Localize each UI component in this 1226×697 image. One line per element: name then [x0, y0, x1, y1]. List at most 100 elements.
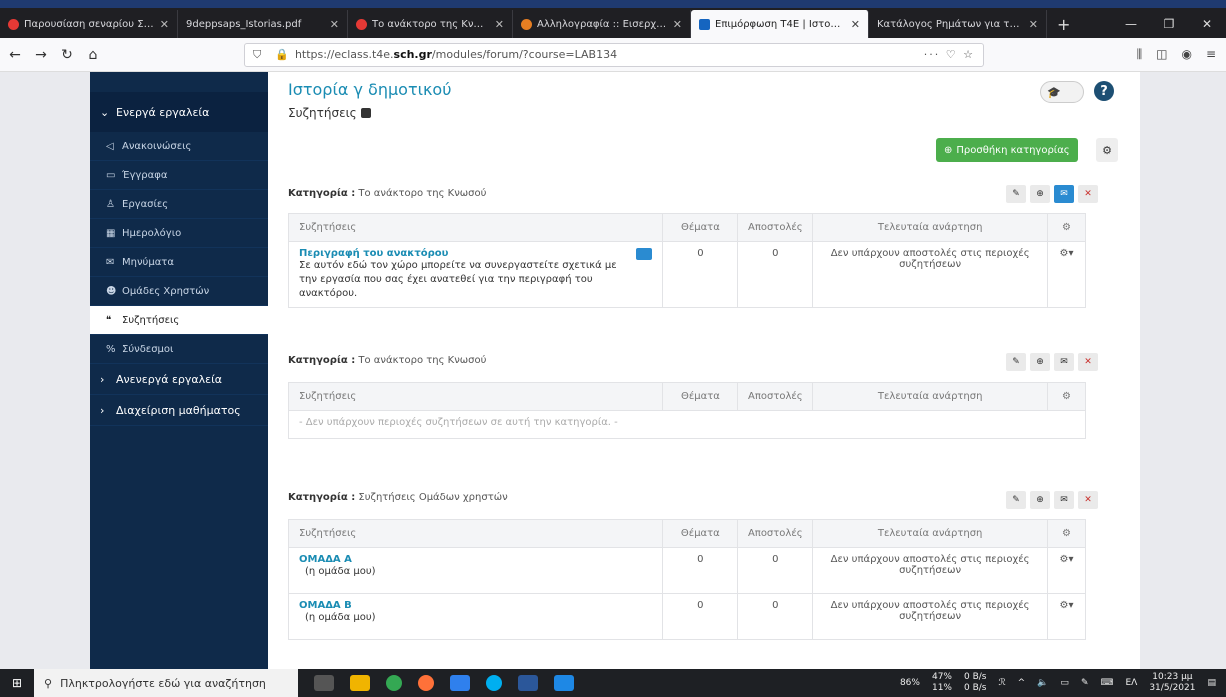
mail-app-icon[interactable] — [450, 675, 470, 691]
language-indicator[interactable]: ΕΛ — [1125, 678, 1137, 688]
clock-date: 31/5/2021 — [1149, 683, 1196, 693]
forum-cell: Περιγραφή του ανακτόρου Σε αυτόν εδώ τον … — [287, 241, 664, 308]
posts-count: 0 — [737, 241, 814, 308]
browser-tab[interactable]: 9deppsaps_Istorias.pdf ✕ — [178, 10, 348, 38]
close-icon[interactable]: ✕ — [673, 18, 682, 31]
close-icon[interactable]: ✕ — [851, 18, 860, 31]
browser-tab[interactable]: Παρουσίαση σεναρίου Σωτηρ ✕ — [0, 10, 178, 38]
restore-icon[interactable]: ❐ — [1150, 17, 1188, 31]
graduation-cap-icon: 🎓 — [1047, 85, 1061, 99]
row-actions-dropdown[interactable]: ⚙▾ — [1046, 593, 1087, 640]
taskbar-search-input[interactable]: ⚲ Πληκτρολογήστε εδώ για αναζήτηση — [34, 669, 298, 697]
row-actions-dropdown[interactable]: ⚙▾ — [1046, 241, 1087, 308]
forum-title-link[interactable]: ΟΜΑΔΑ Β — [299, 600, 652, 611]
firefox-icon[interactable] — [418, 675, 434, 691]
page-actions[interactable]: ··· ♡ ☆ — [924, 48, 975, 61]
sidebar-item-announcements[interactable]: ◁ Ανακοινώσεις — [90, 132, 268, 161]
address-bar[interactable]: ⛉ 🔒 https://eclass.t4e.sch.gr/modules/fo… — [244, 42, 984, 67]
word-icon[interactable] — [518, 675, 538, 691]
browser-tab[interactable]: Το ανάκτορο της Κνωσού - Y ✕ — [348, 10, 513, 38]
network-icon[interactable]: ▭ — [1060, 678, 1069, 688]
sidebar-item-user-groups[interactable]: ☻ Ομάδες Χρηστών — [90, 277, 268, 306]
course-title[interactable]: Ιστορία γ δημοτικού — [288, 80, 451, 99]
student-view-toggle[interactable]: 🎓 — [1040, 81, 1084, 103]
photos-icon[interactable] — [554, 675, 574, 691]
keyboard-icon[interactable]: ⌨ — [1100, 678, 1113, 688]
gears-icon: ⚙ — [1062, 391, 1071, 402]
account-icon[interactable]: ◉ — [1181, 47, 1191, 62]
delete-category-button[interactable]: ✕ — [1078, 491, 1098, 509]
add-forum-button[interactable]: ⊕ — [1030, 353, 1050, 371]
network-monitor: 0 B/s 0 B/s — [964, 672, 986, 694]
clock[interactable]: 10:23 μμ 31/5/2021 — [1149, 672, 1195, 694]
tab-label: Παρουσίαση σεναρίου Σωτηρ — [24, 18, 154, 30]
add-category-button[interactable]: ⊕ Προσθήκη κατηγορίας — [936, 138, 1078, 162]
delete-category-button[interactable]: ✕ — [1078, 185, 1098, 203]
browser-tab-active[interactable]: Επιμόρφωση Τ4Ε | Ιστορία γ ✕ — [691, 10, 869, 38]
windows-start-icon[interactable]: ⊞ — [0, 669, 34, 697]
chevron-up-icon[interactable]: ^ — [1018, 678, 1026, 688]
tab-label: Το ανάκτορο της Κνωσού - Y — [372, 18, 489, 30]
volume-icon[interactable]: 🔈 — [1037, 678, 1048, 688]
skype-icon[interactable] — [486, 675, 502, 691]
sidebar-group-active-tools[interactable]: ⌄ Ενεργά εργαλεία — [90, 92, 268, 132]
close-icon[interactable]: ✕ — [1029, 18, 1038, 31]
sidebar-item-forums[interactable]: ❝ Συζητήσεις — [90, 306, 268, 335]
sidebar-group-inactive-tools[interactable]: › Ανενεργά εργαλεία — [90, 364, 268, 395]
cpu-usage: 47% — [931, 672, 952, 682]
notify-category-button[interactable]: ✉ — [1054, 491, 1074, 509]
file-explorer-icon[interactable] — [350, 675, 370, 691]
task-view-icon[interactable] — [314, 675, 334, 691]
forward-icon[interactable]: → — [30, 44, 52, 66]
close-icon[interactable]: ✕ — [330, 18, 339, 31]
sidebar-item-label: Ημερολόγιο — [122, 227, 182, 239]
library-icon[interactable]: ⫼ — [1137, 47, 1143, 62]
sidebar-item-calendar[interactable]: ▦ Ημερολόγιο — [90, 219, 268, 248]
forum-title-link[interactable]: ΟΜΑΔΑ Α — [299, 554, 652, 565]
forum-table: Συζητήσεις Θέματα Αποστολές Τελευταία αν… — [287, 382, 1086, 439]
chrome-icon[interactable] — [386, 675, 402, 691]
sidebar-item-assignments[interactable]: ♙ Εργασίες — [90, 190, 268, 219]
delete-category-button[interactable]: ✕ — [1078, 353, 1098, 371]
edit-category-button[interactable]: ✎ — [1006, 185, 1026, 203]
table-row: ΟΜΑΔΑ Α (η ομάδα μου) 0 0 Δεν υπάρχουν απ… — [287, 547, 1087, 594]
people-icon[interactable]: ℛ — [998, 678, 1005, 688]
sidebar-icon[interactable]: ◫ — [1156, 47, 1167, 62]
row-actions-dropdown[interactable]: ⚙▾ — [1046, 547, 1087, 594]
edit-category-button[interactable]: ✎ — [1006, 491, 1026, 509]
home-icon[interactable]: ⌂ — [82, 44, 104, 66]
back-icon[interactable]: ← — [4, 44, 26, 66]
menu-icon[interactable]: ≡ — [1206, 47, 1216, 62]
add-forum-button[interactable]: ⊕ — [1030, 185, 1050, 203]
category-label: Κατηγορία : — [288, 188, 356, 199]
browser-tab[interactable]: Αλληλογραφία :: Εισερχόμενα ✕ — [513, 10, 691, 38]
notifications-icon[interactable]: ▤ — [1207, 678, 1216, 688]
folder-icon: ▭ — [106, 169, 116, 181]
sidebar-item-label: Έγγραφα — [122, 169, 168, 181]
reload-icon[interactable]: ↻ — [56, 44, 78, 66]
close-window-icon[interactable]: ✕ — [1188, 17, 1226, 31]
minus-square-icon[interactable] — [360, 108, 371, 118]
sidebar-group-course-admin[interactable]: › Διαχείριση μαθήματος — [90, 395, 268, 426]
pen-icon[interactable]: ✎ — [1081, 678, 1089, 688]
add-forum-button[interactable]: ⊕ — [1030, 491, 1050, 509]
browser-tab[interactable]: Κατάλογος Ρημάτων για τη Διατ ✕ — [869, 10, 1047, 38]
edit-category-button[interactable]: ✎ — [1006, 353, 1026, 371]
envelope-icon[interactable] — [636, 248, 653, 260]
notify-category-button[interactable]: ✉ — [1054, 185, 1074, 203]
notify-category-button[interactable]: ✉ — [1054, 353, 1074, 371]
forum-title-link[interactable]: Περιγραφή του ανακτόρου — [299, 248, 652, 259]
forum-cell: ΟΜΑΔΑ Α (η ομάδα μου) — [287, 547, 664, 594]
close-icon[interactable]: ✕ — [160, 18, 169, 31]
flask-icon: ♙ — [106, 198, 115, 210]
minimize-icon[interactable]: — — [1112, 17, 1150, 31]
help-button[interactable]: ? — [1094, 81, 1114, 101]
new-tab-button[interactable]: + — [1047, 10, 1080, 38]
sidebar-item-messages[interactable]: ✉ Μηνύματα — [90, 248, 268, 277]
sidebar-item-documents[interactable]: ▭ Έγγραφα — [90, 161, 268, 190]
settings-button[interactable]: ⚙ — [1096, 138, 1118, 162]
category-actions: ✎ ⊕ ✉ ✕ — [1006, 353, 1098, 371]
sidebar-item-links[interactable]: % Σύνδεσμοι — [90, 335, 268, 364]
close-icon[interactable]: ✕ — [495, 18, 504, 31]
